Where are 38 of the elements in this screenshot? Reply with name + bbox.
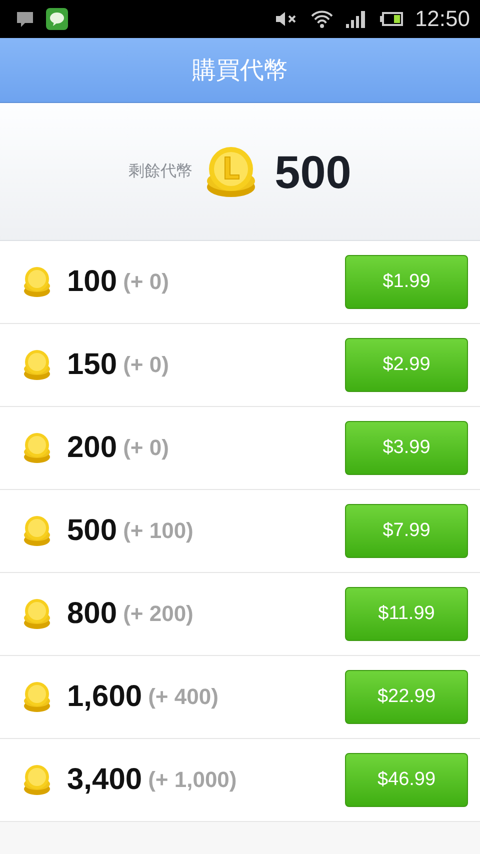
status-time: 12:50 <box>414 6 470 32</box>
coin-amount: 100 <box>67 265 118 299</box>
price-button[interactable]: $7.99 <box>345 504 468 558</box>
coin-amount: 3,400 <box>67 763 142 797</box>
bonus-amount: (+ 0) <box>123 435 169 461</box>
bonus-amount: (+ 0) <box>123 269 169 295</box>
price-button[interactable]: $1.99 <box>345 255 468 309</box>
price-button[interactable]: $11.99 <box>345 587 468 641</box>
chat-app-icon <box>46 8 68 30</box>
coin-stack-icon <box>23 598 51 630</box>
price-button[interactable]: $2.99 <box>345 338 468 392</box>
coin-stack-icon <box>204 144 257 198</box>
coin-stack-icon <box>23 681 51 713</box>
coin-amount: 1,600 <box>67 680 142 714</box>
wifi-icon <box>310 9 333 29</box>
coin-stack-icon <box>23 515 51 547</box>
price-button[interactable]: $22.99 <box>345 670 468 724</box>
coin-stack-icon <box>23 266 51 298</box>
coin-amount: 800 <box>67 597 118 631</box>
coin-stack-icon <box>23 432 51 464</box>
bonus-amount: (+ 400) <box>148 684 218 710</box>
coin-amount: 500 <box>67 514 118 548</box>
price-button[interactable]: $3.99 <box>345 421 468 475</box>
bonus-amount: (+ 0) <box>123 352 169 378</box>
signal-icon <box>344 10 367 28</box>
coin-amount: 200 <box>67 431 118 465</box>
balance-label: 剩餘代幣 <box>128 161 193 182</box>
price-button[interactable]: $46.99 <box>345 753 468 807</box>
coin-stack-icon <box>23 349 51 381</box>
battery-icon <box>378 11 403 27</box>
coin-amount: 150 <box>67 348 118 382</box>
screen-title: 購買代幣 <box>192 55 288 86</box>
bonus-amount: (+ 100) <box>123 518 194 544</box>
balance-amount: 500 <box>274 144 352 198</box>
message-icon <box>16 10 34 28</box>
bonus-amount: (+ 200) <box>123 601 194 627</box>
bonus-amount: (+ 1,000) <box>148 767 237 793</box>
coin-stack-icon <box>23 764 51 796</box>
